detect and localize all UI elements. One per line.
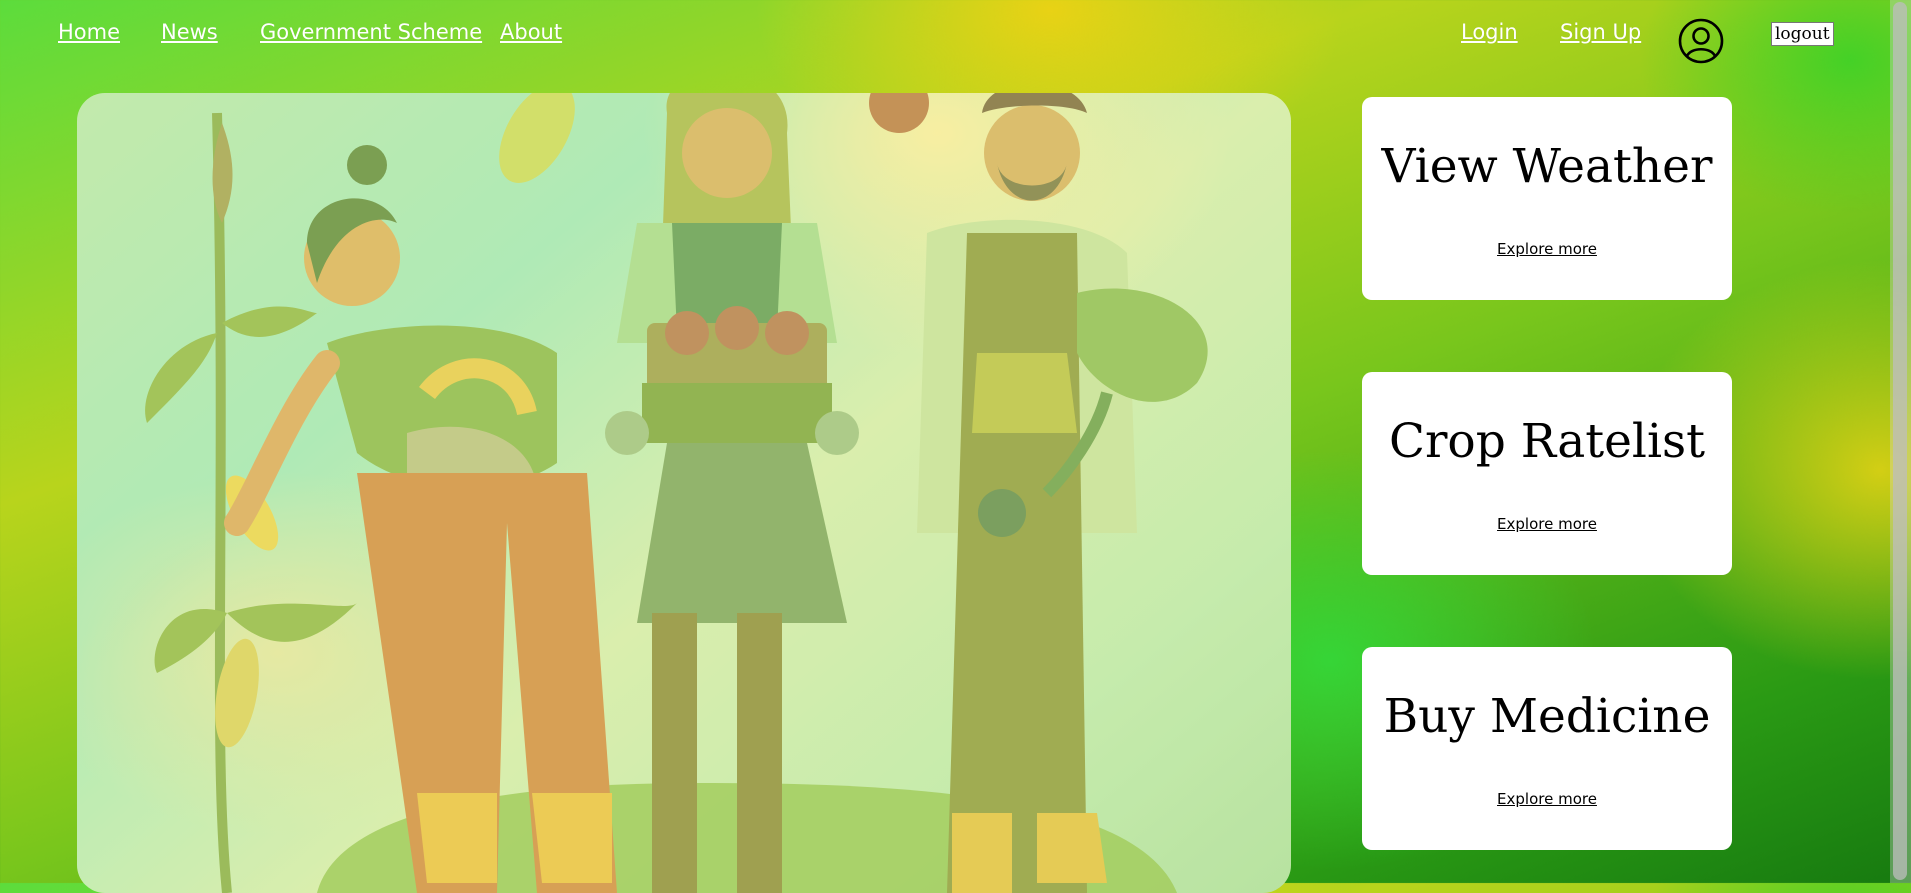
nav-login-link[interactable]: Login bbox=[1461, 20, 1518, 44]
nav-about-link[interactable]: About bbox=[500, 20, 562, 44]
explore-more-link[interactable]: Explore more bbox=[1362, 790, 1732, 808]
card-crop-ratelist: Crop Ratelist Explore more bbox=[1362, 372, 1732, 575]
card-view-weather: View Weather Explore more bbox=[1362, 97, 1732, 300]
card-title: View Weather bbox=[1381, 139, 1713, 194]
nav-signup-link[interactable]: Sign Up bbox=[1560, 20, 1641, 44]
card-buy-medicine: Buy Medicine Explore more bbox=[1362, 647, 1732, 850]
user-circle-icon[interactable] bbox=[1678, 18, 1724, 64]
nav-news-link[interactable]: News bbox=[161, 20, 218, 44]
farmers-illustration bbox=[77, 93, 1291, 893]
nav-government-scheme-link[interactable]: Government Scheme bbox=[260, 20, 482, 44]
card-title: Crop Ratelist bbox=[1388, 414, 1705, 469]
nav-home-link[interactable]: Home bbox=[58, 20, 120, 44]
top-navigation: Home News Government Scheme About Login … bbox=[0, 0, 1911, 66]
scrollbar-thumb[interactable] bbox=[1893, 2, 1907, 880]
card-title: Buy Medicine bbox=[1383, 689, 1711, 744]
explore-more-link[interactable]: Explore more bbox=[1362, 515, 1732, 533]
hero-illustration bbox=[77, 93, 1291, 893]
explore-more-link[interactable]: Explore more bbox=[1362, 240, 1732, 258]
logout-button[interactable]: logout bbox=[1771, 22, 1834, 46]
